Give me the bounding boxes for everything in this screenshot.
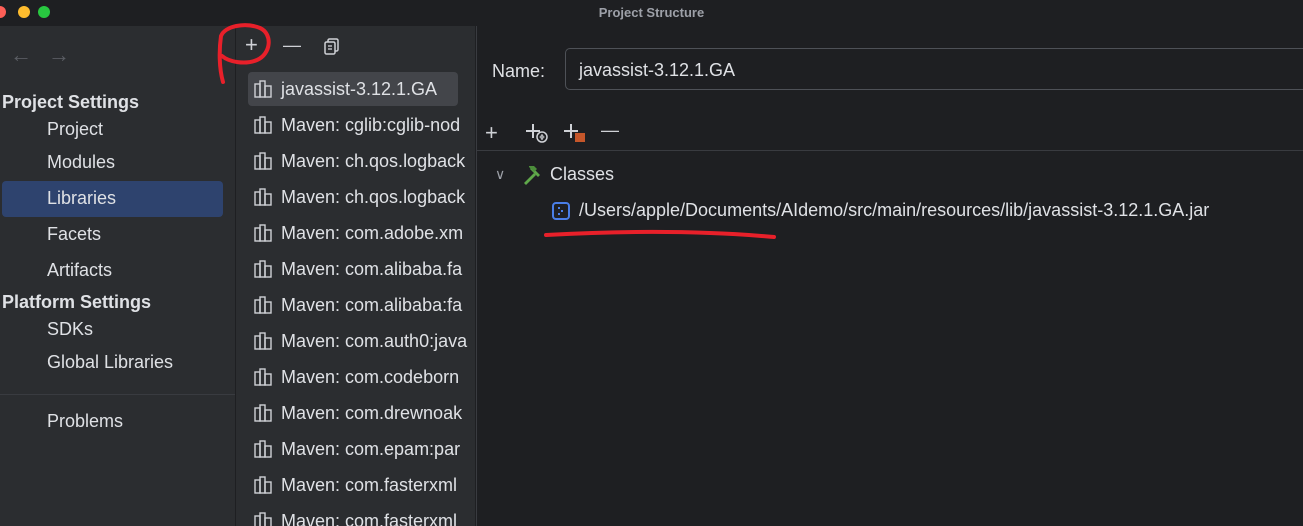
library-item-label: javassist-3.12.1.GA: [281, 79, 438, 99]
library-icon: [254, 224, 273, 242]
classes-entry-path[interactable]: /Users/apple/Documents/AIdemo/src/main/r…: [579, 200, 1209, 221]
library-detail-panel: Name: javassist-3.12.1.GA + — ∨ Classes …: [476, 26, 1303, 526]
library-name-field[interactable]: javassist-3.12.1.GA: [565, 48, 1303, 90]
remove-root-icon[interactable]: —: [601, 120, 619, 141]
library-item-label: Maven: cglib:cglib-nod: [281, 115, 461, 135]
chevron-down-icon[interactable]: ∨: [495, 166, 505, 183]
library-icon: [254, 332, 273, 350]
sidebar-divider: [0, 394, 235, 395]
library-list-item[interactable]: Maven: com.alibaba:fa: [248, 288, 475, 322]
library-icon: [254, 368, 273, 386]
sidebar-item-label: Modules: [47, 152, 116, 172]
back-arrow-icon[interactable]: ←: [10, 42, 32, 68]
library-icon: [254, 404, 273, 422]
library-list-item[interactable]: Maven: com.fasterxml: [248, 468, 475, 502]
platform-settings-heading: Platform Settings: [2, 292, 152, 312]
library-list-item[interactable]: Maven: com.adobe.xm: [248, 216, 475, 250]
copy-library-icon[interactable]: [322, 36, 342, 60]
library-item-label: Maven: ch.qos.logback: [281, 187, 466, 207]
sidebar-item-global-libraries[interactable]: Global Libraries: [2, 345, 223, 381]
sidebar-item-project[interactable]: Project: [2, 112, 223, 148]
library-icon: [254, 476, 273, 494]
library-icon: [254, 188, 273, 206]
sidebar-item-label: Global Libraries: [47, 352, 174, 372]
sidebar-item-artifacts[interactable]: Artifacts: [2, 253, 223, 289]
libraries-panel: + — javassist-3.12.1.GA Maven: cglib:cgli…: [235, 26, 475, 526]
library-icon: [254, 512, 273, 526]
library-item-label: Maven: ch.qos.logback: [281, 151, 466, 171]
name-label: Name:: [492, 61, 546, 81]
library-item-label: Maven: com.alibaba.fa: [281, 259, 463, 279]
library-icon: [254, 440, 273, 458]
sidebar-item-label: Problems: [47, 411, 124, 431]
library-item-label: Maven: com.fasterxml: [281, 511, 458, 526]
sidebar-item-label: Facets: [47, 224, 102, 244]
library-item-label: Maven: com.codeborn: [281, 367, 460, 387]
title-bar: Project Structure: [0, 0, 1303, 26]
add-library-icon[interactable]: +: [245, 34, 258, 56]
sidebar-item-label: SDKs: [47, 319, 94, 339]
library-name-value: javassist-3.12.1.GA: [579, 60, 736, 80]
library-list-item[interactable]: javassist-3.12.1.GA: [248, 72, 458, 106]
library-item-label: Maven: com.epam:par: [281, 439, 461, 459]
library-icon: [254, 260, 273, 278]
library-item-label: Maven: com.alibaba:fa: [281, 295, 463, 315]
library-list-item[interactable]: Maven: ch.qos.logback: [248, 180, 475, 214]
library-icon: [254, 152, 273, 170]
window-title: Project Structure: [598, 5, 705, 20]
toolbar-divider: [477, 150, 1303, 151]
sidebar-item-label: Libraries: [47, 188, 117, 208]
library-item-label: Maven: com.adobe.xm: [281, 223, 464, 243]
add-jar-icon[interactable]: [561, 120, 587, 150]
library-list-item[interactable]: Maven: ch.qos.logback: [248, 144, 475, 178]
remove-library-icon[interactable]: —: [283, 34, 301, 56]
sidebar-item-label: Artifacts: [47, 260, 113, 280]
project-settings-heading: Project Settings: [2, 92, 140, 112]
attach-url-icon[interactable]: [523, 120, 549, 150]
library-list-item[interactable]: Maven: com.drewnoak: [248, 396, 475, 430]
sidebar-item-facets[interactable]: Facets: [2, 217, 223, 253]
library-icon: [254, 80, 273, 98]
library-icon: [254, 296, 273, 314]
sidebar-item-modules[interactable]: Modules: [2, 145, 223, 181]
library-item-label: Maven: com.fasterxml: [281, 475, 458, 495]
sidebar-item-label: Project: [47, 119, 104, 139]
settings-sidebar: ← → Project Settings Project Modules Lib…: [0, 26, 235, 526]
sidebar-item-sdks[interactable]: SDKs: [2, 312, 223, 348]
library-item-label: Maven: com.drewnoak: [281, 403, 463, 423]
library-list-item[interactable]: Maven: cglib:cglib-nod: [248, 108, 475, 142]
jar-file-icon: [552, 202, 570, 225]
library-list-item[interactable]: Maven: com.auth0:java: [248, 324, 475, 358]
library-list-item[interactable]: Maven: com.fasterxml: [248, 504, 475, 526]
hammer-icon: [521, 164, 545, 191]
library-list-item[interactable]: Maven: com.codeborn: [248, 360, 475, 394]
library-list-item[interactable]: Maven: com.alibaba.fa: [248, 252, 475, 286]
library-icon: [254, 116, 273, 134]
forward-arrow-icon[interactable]: →: [48, 42, 70, 68]
library-list-item[interactable]: Maven: com.epam:par: [248, 432, 475, 466]
library-item-label: Maven: com.auth0:java: [281, 331, 468, 351]
sidebar-item-libraries[interactable]: Libraries: [2, 181, 223, 217]
sidebar-item-problems[interactable]: Problems: [2, 404, 223, 440]
add-root-icon[interactable]: +: [485, 120, 498, 146]
classes-node-label[interactable]: Classes: [550, 164, 614, 185]
